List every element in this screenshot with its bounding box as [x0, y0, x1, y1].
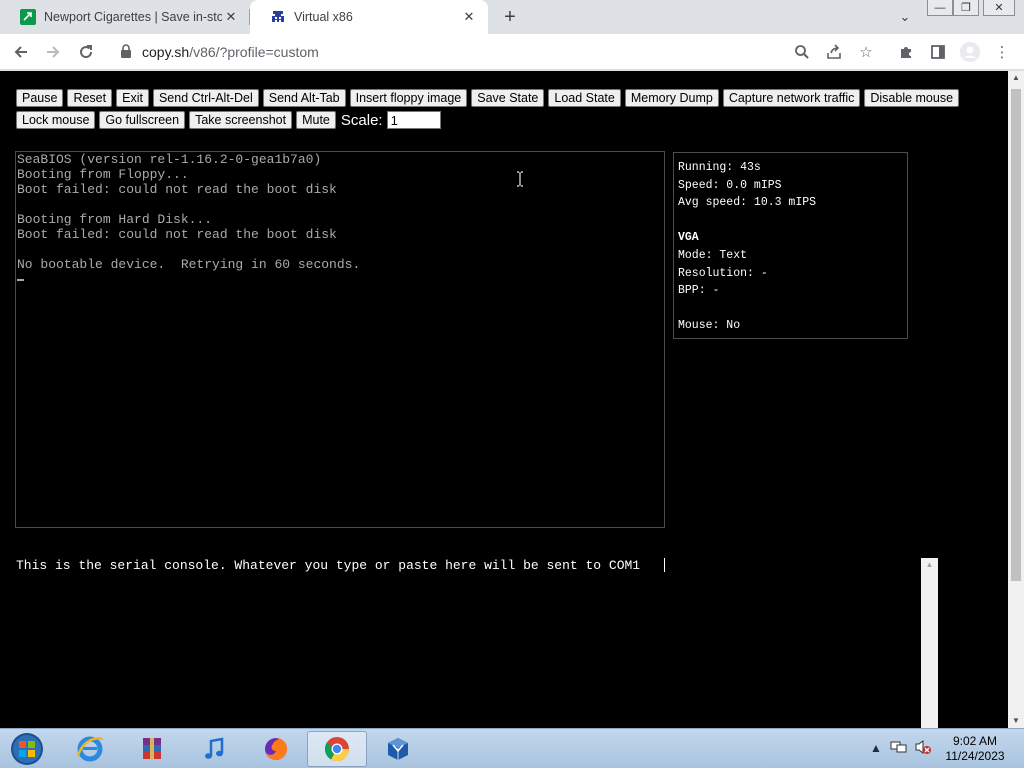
load-state-button[interactable]: Load State [548, 89, 621, 107]
insert-floppy-button[interactable]: Insert floppy image [349, 89, 468, 107]
v86-favicon-icon [270, 9, 286, 25]
lock-icon[interactable] [120, 44, 134, 60]
pause-button[interactable]: Pause [16, 89, 64, 107]
browser-toolbar: copy.sh/v86/?profile=custom ☆ ⋮ [0, 34, 1024, 70]
screen-line: No bootable device. Retrying in 60 secon… [17, 257, 361, 272]
lock-mouse-button[interactable]: Lock mouse [16, 111, 96, 129]
info-vga-heading: VGA [678, 229, 903, 247]
share-icon[interactable] [824, 42, 844, 62]
tab-virtual-x86[interactable]: Virtual x86 ✕ [250, 0, 488, 34]
newport-favicon-icon [20, 9, 36, 25]
profile-avatar-icon[interactable] [960, 42, 980, 62]
serial-scrollbar[interactable]: ▲ [921, 558, 938, 728]
disable-mouse-button[interactable]: Disable mouse [864, 89, 960, 107]
tab-newport[interactable]: Newport Cigarettes | Save in-sto ✕ [0, 0, 250, 34]
tab-strip: Newport Cigarettes | Save in-sto ✕ Virtu… [0, 0, 1024, 34]
reload-icon[interactable] [74, 40, 98, 64]
itunes-icon[interactable] [184, 731, 244, 767]
url-path: /v86/?profile=custom [189, 44, 319, 60]
text-caret [664, 558, 665, 572]
screenshot-button[interactable]: Take screenshot [189, 111, 293, 129]
system-clock[interactable]: 9:02 AM 11/24/2023 [940, 734, 1010, 764]
scale-label: Scale: [340, 111, 383, 129]
scroll-down-icon[interactable]: ▼ [1008, 714, 1024, 728]
volume-muted-icon[interactable] [914, 739, 932, 758]
back-icon[interactable] [9, 40, 33, 64]
send-alt-tab-button[interactable]: Send Alt-Tab [262, 89, 346, 107]
chevron-down-icon[interactable]: ⌄ [896, 7, 914, 27]
winrar-icon[interactable] [122, 731, 182, 767]
vga-screen[interactable]: SeaBIOS (version rel-1.16.2-0-gea1b7a0) … [15, 151, 665, 528]
info-speed: Speed: 0.0 mIPS [678, 178, 782, 192]
clock-date: 11/24/2023 [945, 749, 1005, 763]
serial-console[interactable]: This is the serial console. Whatever you… [15, 558, 921, 728]
info-avg-speed: Avg speed: 10.3 mIPS [678, 196, 817, 210]
chrome-icon[interactable] [307, 731, 367, 767]
emulator-controls: Pause Reset Exit Send Ctrl-Alt-Del Send … [16, 87, 960, 131]
side-panel-icon[interactable] [928, 42, 948, 62]
mute-button[interactable]: Mute [296, 111, 336, 129]
scrollbar-thumb[interactable] [1011, 89, 1021, 581]
new-tab-icon[interactable]: + [500, 6, 520, 28]
bookmark-star-icon[interactable]: ☆ [856, 42, 876, 62]
screen-line: Boot failed: could not read the boot dis… [17, 227, 337, 242]
screen-line: Booting from Hard Disk... [17, 212, 213, 227]
url-host: copy.sh [142, 44, 190, 60]
firefox-icon[interactable] [246, 731, 306, 767]
memory-dump-button[interactable]: Memory Dump [624, 89, 719, 107]
info-mouse: Mouse: No [678, 319, 741, 333]
controls-row-2: Lock mouse Go fullscreen Take screenshot… [16, 109, 956, 131]
windows-taskbar: ▲ 9:02 AM 11/24/2023 [0, 728, 1024, 768]
fullscreen-button[interactable]: Go fullscreen [99, 111, 186, 129]
extensions-icon[interactable] [896, 42, 916, 62]
close-tab-icon[interactable]: ✕ [222, 8, 240, 26]
vga-heading-text: VGA [678, 231, 699, 245]
emulator-info-panel: Running: 43s Speed: 0.0 mIPS Avg speed: … [673, 152, 908, 339]
screen-line: Boot failed: could not read the boot dis… [17, 182, 337, 197]
info-running: Running: 43s [678, 161, 761, 174]
info-resolution: Resolution: - [678, 266, 768, 280]
network-icon[interactable] [890, 739, 908, 758]
scale-input[interactable] [386, 111, 441, 129]
clock-time: 9:02 AM [952, 734, 998, 748]
info-mode: Mode: Text [678, 248, 748, 262]
tab-title: Newport Cigarettes | Save in-sto [44, 10, 222, 24]
text-cursor [17, 278, 24, 281]
save-state-button[interactable]: Save State [471, 89, 545, 107]
forward-icon[interactable] [41, 40, 65, 64]
screen-line: Booting from Floppy... [17, 167, 189, 182]
close-window-icon[interactable]: ✕ [983, 0, 1015, 16]
page-scrollbar[interactable]: ▲ ▼ [1008, 71, 1024, 728]
screen-line [16, 197, 664, 212]
scroll-up-icon[interactable]: ▲ [1008, 71, 1024, 85]
scroll-up-icon[interactable]: ▲ [921, 560, 938, 572]
tab-title: Virtual x86 [294, 10, 353, 24]
minimize-icon[interactable]: — [927, 0, 953, 16]
capture-network-button[interactable]: Capture network traffic [722, 89, 861, 107]
zoom-icon[interactable] [792, 42, 812, 62]
start-orb-icon[interactable] [6, 731, 48, 767]
exit-button[interactable]: Exit [116, 89, 149, 107]
reset-button[interactable]: Reset [67, 89, 113, 107]
menu-kebab-icon[interactable]: ⋮ [992, 42, 1012, 62]
internet-explorer-icon[interactable] [60, 731, 120, 767]
send-ctrl-alt-del-button[interactable]: Send Ctrl-Alt-Del [152, 89, 259, 107]
screen-line: SeaBIOS (version rel-1.16.2-0-gea1b7a0) [17, 152, 322, 167]
controls-row-1: Pause Reset Exit Send Ctrl-Alt-Del Send … [16, 87, 960, 109]
ibeam-cursor-icon [516, 171, 524, 187]
screen-line [16, 242, 664, 257]
page-content: Pause Reset Exit Send Ctrl-Alt-Del Send … [0, 71, 1008, 728]
address-bar[interactable]: copy.sh/v86/?profile=custom [142, 44, 319, 60]
virtualbox-icon[interactable] [368, 731, 428, 767]
show-hidden-icons-icon[interactable]: ▲ [870, 741, 882, 755]
close-tab-icon[interactable]: ✕ [460, 8, 478, 26]
screen-cursor-line [16, 272, 664, 287]
info-bpp: BPP: - [678, 284, 720, 298]
restore-icon[interactable]: ❐ [953, 0, 979, 16]
